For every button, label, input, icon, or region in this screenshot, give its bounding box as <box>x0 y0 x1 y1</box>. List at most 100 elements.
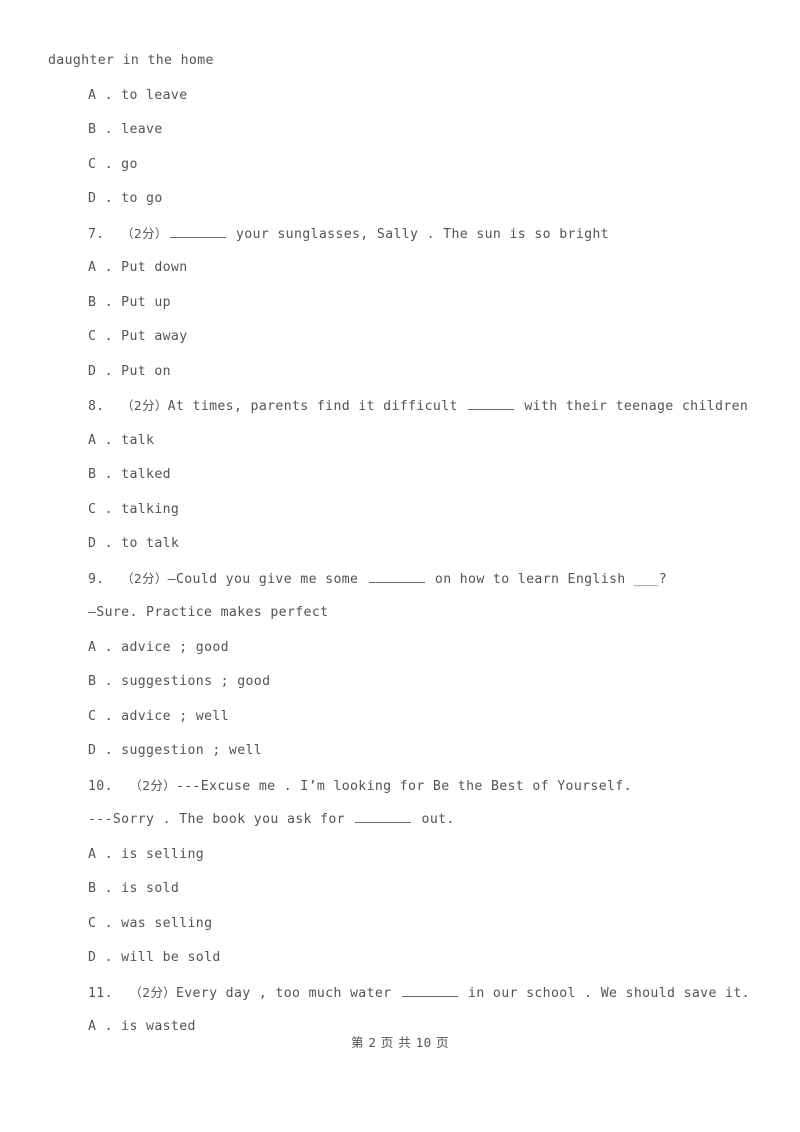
question-points: （2分） <box>129 984 176 1000</box>
continuation-line: daughter in the home <box>0 44 800 79</box>
option-separator: . <box>96 501 122 517</box>
answer-blank[interactable] <box>355 811 412 823</box>
question-stem: 10. （2分）---Excuse me . I’m looking for B… <box>0 769 800 804</box>
option-text: suggestion ; well <box>121 743 263 758</box>
stem-before-blank: At times, parents find it difficult <box>167 399 467 414</box>
option-row[interactable]: B . talked <box>0 458 800 493</box>
option-row[interactable]: D . to go <box>0 182 800 217</box>
stem-after-blank: your sunglasses, Sally . The sun is so b… <box>227 226 609 242</box>
question-spacer <box>113 779 130 794</box>
question-number: 9. <box>88 571 105 587</box>
footer-page-number: 2 <box>368 1035 377 1050</box>
option-separator: . <box>96 915 122 931</box>
stem-before-blank: ---Excuse me . I’m looking for Be the Be… <box>175 778 632 794</box>
option-separator: . <box>96 881 122 896</box>
option-row[interactable]: C . advice ; well <box>0 700 800 735</box>
question-spacer <box>105 572 122 587</box>
option-row[interactable]: C . go <box>0 148 800 183</box>
option-row[interactable]: A . to leave <box>0 79 800 114</box>
document-page: daughter in the home A . to leave B . le… <box>0 0 800 1132</box>
sub-line-after-blank: out. <box>413 812 455 827</box>
option-separator: . <box>96 122 122 137</box>
option-separator: . <box>96 191 122 206</box>
option-text: was selling <box>121 915 213 931</box>
answer-blank[interactable] <box>169 226 226 238</box>
continuation-text: daughter in the home <box>48 53 214 68</box>
option-row[interactable]: B . leave <box>0 113 800 148</box>
option-text: to go <box>121 191 163 206</box>
option-row[interactable]: A . advice ; good <box>0 631 800 666</box>
option-row[interactable]: C . talking <box>0 493 800 528</box>
page-footer: 第 2 页 共 10 页 <box>0 1032 800 1051</box>
option-text: Put up <box>121 294 171 310</box>
question-stem: 9. （2分）—Could you give me some on how to… <box>0 562 800 597</box>
question-sub-line: ---Sorry . The book you ask for out. <box>0 803 800 838</box>
question-points: （2分） <box>121 570 168 586</box>
question-spacer <box>113 986 130 1001</box>
footer-prefix: 第 <box>351 1035 364 1050</box>
option-separator: . <box>96 329 122 344</box>
question-stem: 7. （2分） your sunglasses, Sally . The sun… <box>0 217 800 252</box>
question-number: 8. <box>88 399 105 414</box>
option-text: talk <box>121 432 155 448</box>
question-number: 7. <box>88 226 105 242</box>
option-separator: . <box>96 294 122 310</box>
option-separator: . <box>96 87 122 103</box>
option-row[interactable]: B . is sold <box>0 872 800 907</box>
footer-middle: 页 共 <box>380 1035 412 1050</box>
option-row[interactable]: B . suggestions ; good <box>0 665 800 700</box>
sub-line-before-blank: ---Sorry . The book you ask for <box>88 812 354 827</box>
option-separator: . <box>96 467 122 482</box>
question-stem: 11. （2分）Every day , too much water in ou… <box>0 976 800 1011</box>
option-text: advice ; good <box>121 639 229 655</box>
option-text: leave <box>121 122 163 137</box>
option-row[interactable]: C . was selling <box>0 907 800 942</box>
option-text: Put on <box>121 363 171 379</box>
question-points: （2分） <box>129 777 176 793</box>
question-number: 11. <box>88 985 113 1001</box>
stem-after-blank: on how to learn English ___? <box>426 571 668 587</box>
question-points: （2分） <box>121 398 168 413</box>
option-text: Put down <box>121 260 188 275</box>
option-text: Put away <box>121 329 188 344</box>
question-sub-line: —Sure. Practice makes perfect <box>88 605 329 620</box>
option-separator: . <box>96 639 122 655</box>
footer-total-pages: 10 <box>415 1035 432 1050</box>
option-separator: . <box>96 536 122 551</box>
option-row[interactable]: A . is selling <box>0 838 800 873</box>
option-text: talking <box>121 501 180 517</box>
answer-blank[interactable] <box>401 985 458 997</box>
answer-blank[interactable] <box>368 571 425 583</box>
option-row[interactable]: D . suggestion ; well <box>0 734 800 769</box>
document-body: daughter in the home A . to leave B . le… <box>0 44 800 1045</box>
option-text: talked <box>121 467 171 482</box>
option-text: to talk <box>121 536 180 551</box>
option-row[interactable]: D . Put on <box>0 355 800 390</box>
stem-before-blank: —Could you give me some <box>167 571 367 587</box>
option-text: will be sold <box>121 950 221 965</box>
option-separator: . <box>96 674 122 689</box>
option-row[interactable]: C . Put away <box>0 320 800 355</box>
question-stem: 8. （2分）At times, parents find it difficu… <box>0 389 800 424</box>
option-separator: . <box>96 363 122 379</box>
stem-after-blank: with their teenage children <box>516 399 749 414</box>
footer-suffix: 页 <box>435 1035 449 1050</box>
option-text: go <box>121 156 138 172</box>
option-row[interactable]: D . to talk <box>0 527 800 562</box>
option-row[interactable]: B . Put up <box>0 286 800 321</box>
stem-before-blank: Every day , too much water <box>175 985 400 1001</box>
option-separator: . <box>96 950 122 965</box>
option-text: is sold <box>121 881 180 896</box>
option-row[interactable]: A . talk <box>0 424 800 459</box>
question-spacer <box>105 399 122 414</box>
answer-blank[interactable] <box>468 398 515 410</box>
option-separator: . <box>96 743 122 758</box>
option-separator: . <box>96 708 122 724</box>
option-row[interactable]: D . will be sold <box>0 941 800 976</box>
question-points: （2分） <box>121 225 168 241</box>
option-separator: . <box>96 156 122 172</box>
option-text: suggestions ; good <box>121 674 271 689</box>
option-row[interactable]: A . Put down <box>0 251 800 286</box>
question-number: 10. <box>88 778 113 794</box>
question-spacer <box>105 227 122 242</box>
